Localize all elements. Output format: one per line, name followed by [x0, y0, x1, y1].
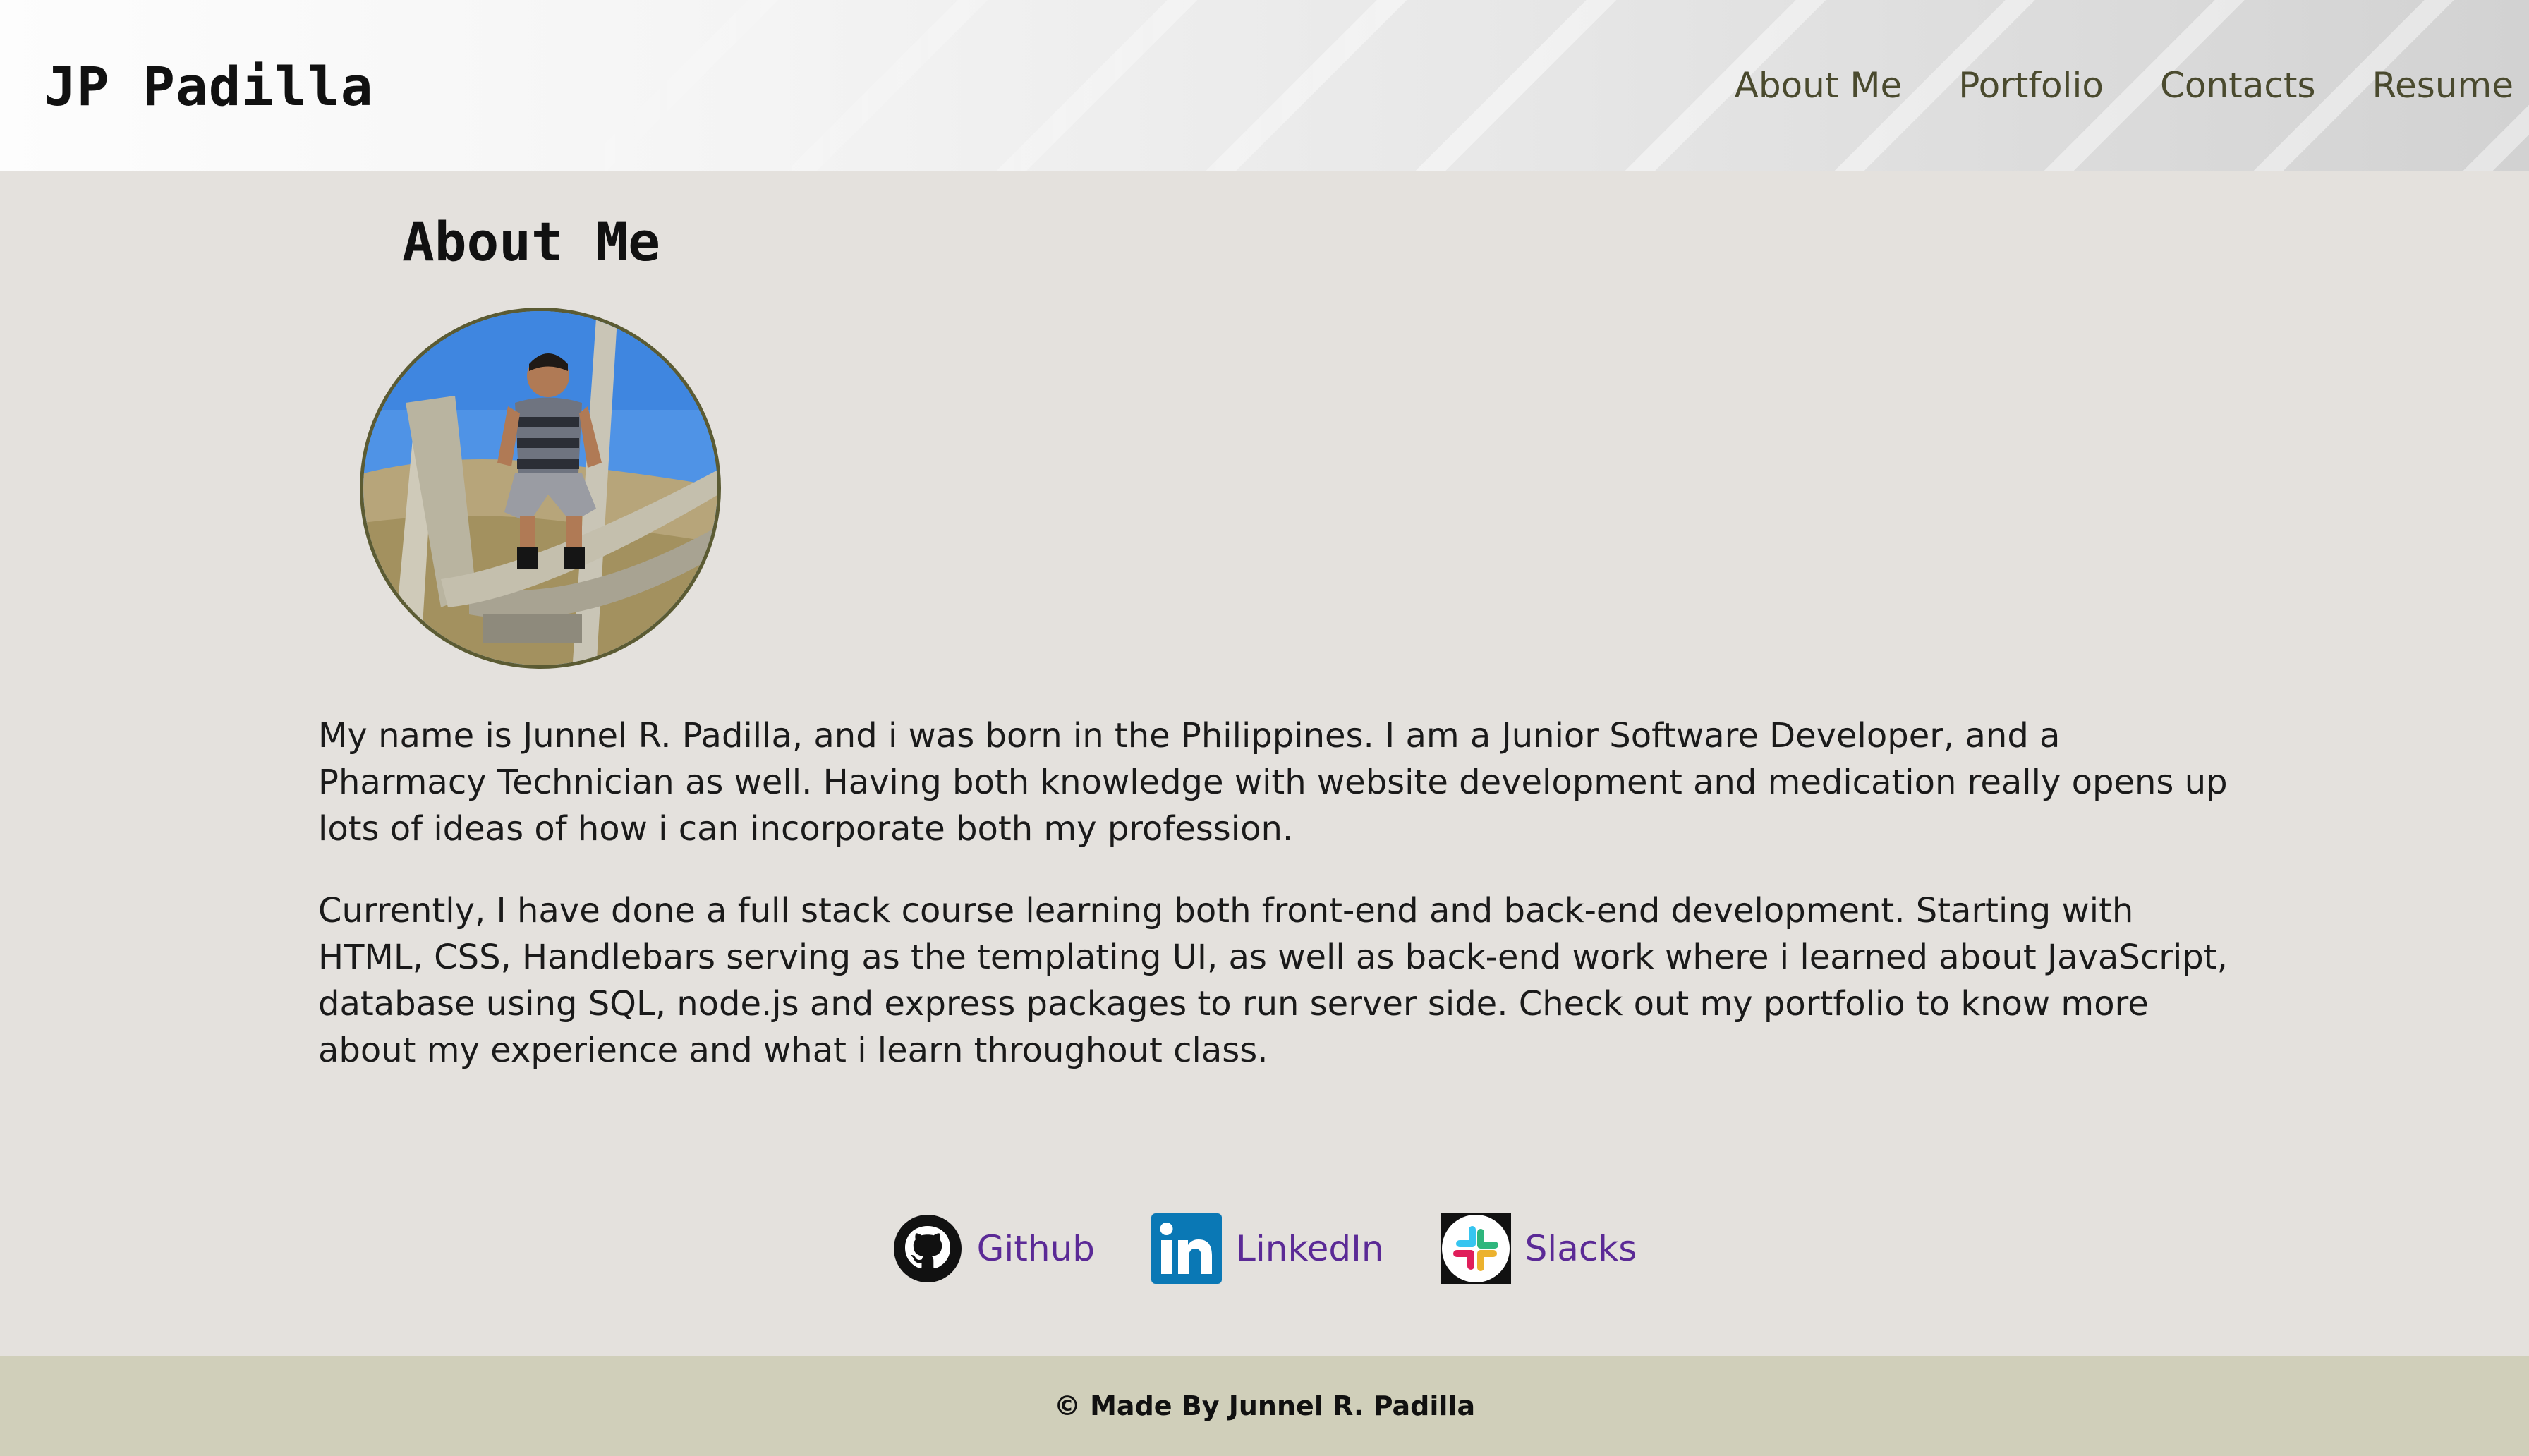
main-nav: About Me Portfolio Contacts Resume — [1735, 65, 2513, 106]
slack-link[interactable]: Slacks — [1440, 1213, 1637, 1284]
bio: My name is Junnel R. Padilla, and i was … — [318, 712, 2237, 1074]
section-title: About Me — [402, 210, 661, 273]
nav-link-resume[interactable]: Resume — [2372, 65, 2513, 106]
site-brand[interactable]: JP Padilla — [44, 55, 374, 118]
bio-paragraph: My name is Junnel R. Padilla, and i was … — [318, 716, 2228, 849]
github-icon — [893, 1215, 962, 1282]
nav-link-portfolio[interactable]: Portfolio — [1958, 65, 2104, 106]
site-header: JP Padilla About Me Portfolio Contacts R… — [0, 0, 2529, 171]
profile-photo-illustration — [363, 311, 717, 665]
bio-paragraph: Currently, I have done a full stack cour… — [318, 891, 2228, 1070]
linkedin-icon — [1151, 1213, 1223, 1284]
profile-photo — [360, 308, 721, 669]
linkedin-link[interactable]: LinkedIn — [1151, 1213, 1384, 1284]
nav-link-about-me[interactable]: About Me — [1735, 65, 1903, 106]
nav-link-contacts[interactable]: Contacts — [2160, 65, 2316, 106]
github-label[interactable]: Github — [977, 1228, 1095, 1269]
page: JP Padilla About Me Portfolio Contacts R… — [0, 0, 2529, 1456]
footer-credit: © Made By Junnel R. Padilla — [1053, 1390, 1476, 1421]
social-links: Github LinkedIn Slacks — [0, 1213, 2529, 1284]
site-footer: © Made By Junnel R. Padilla — [0, 1356, 2529, 1456]
slack-icon — [1440, 1213, 1511, 1284]
github-link[interactable]: Github — [892, 1213, 1095, 1284]
slack-label[interactable]: Slacks — [1525, 1228, 1637, 1269]
linkedin-label[interactable]: LinkedIn — [1236, 1228, 1384, 1269]
